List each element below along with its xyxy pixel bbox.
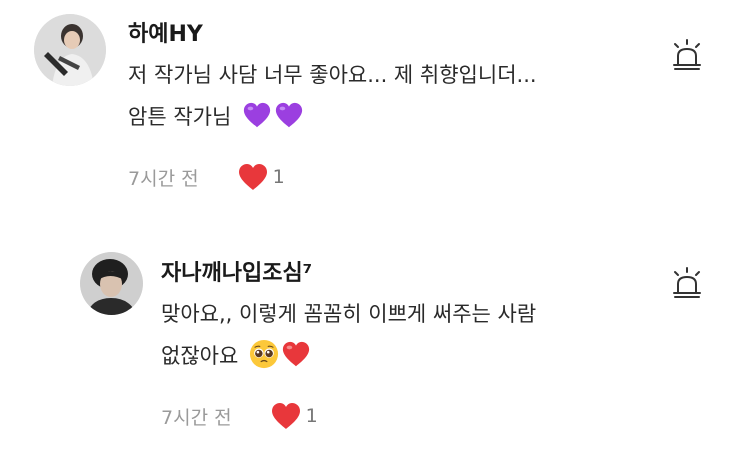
comment-text: 맞아요,, 이렇게 꼼꼼히 이쁘게 써주는 사람 없잖아요 <box>161 296 536 374</box>
like-button[interactable]: 1 <box>237 163 285 191</box>
purple-heart-emoji <box>242 100 272 130</box>
comment-meta: 7시간 전 1 <box>128 163 285 191</box>
comment-meta: 7시간 전 1 <box>161 402 318 430</box>
like-button[interactable]: 1 <box>270 402 318 430</box>
comment-text: 저 작가님 사담 너무 좋아요... 제 취향입니더... 암튼 작가님 <box>128 57 537 135</box>
heart-icon <box>238 164 267 190</box>
like-count: 1 <box>272 166 285 188</box>
comment-author[interactable]: 자나깨나입조심⁷ <box>161 255 312 287</box>
comment-time: 7시간 전 <box>128 167 199 190</box>
comment-text-line-2-text: 암튼 작가님 <box>128 105 232 129</box>
comment-text-line-2-text: 없잖아요 <box>161 344 239 368</box>
comment-time: 7시간 전 <box>161 406 232 429</box>
like-count: 1 <box>305 405 318 427</box>
report-button[interactable] <box>670 266 704 300</box>
avatar[interactable] <box>34 14 106 86</box>
siren-icon <box>673 39 701 70</box>
siren-icon <box>673 267 701 298</box>
purple-heart-emoji <box>274 100 304 130</box>
comment-text-line-1: 저 작가님 사담 너무 좋아요... 제 취향입니더... <box>128 63 537 87</box>
comment-text-line-2: 암튼 작가님 <box>128 99 537 135</box>
pleading-face-emoji <box>249 339 279 369</box>
red-heart-emoji <box>281 339 311 369</box>
avatar-image <box>34 14 106 86</box>
avatar-image <box>80 252 143 315</box>
comment-text-line-2: 없잖아요 <box>161 338 536 374</box>
comment-text-line-1: 맞아요,, 이렇게 꼼꼼히 이쁘게 써주는 사람 <box>161 302 537 326</box>
report-button[interactable] <box>670 38 704 72</box>
avatar[interactable] <box>80 252 143 315</box>
comment-author[interactable]: 하예HY <box>128 16 203 48</box>
heart-icon <box>271 403 300 429</box>
